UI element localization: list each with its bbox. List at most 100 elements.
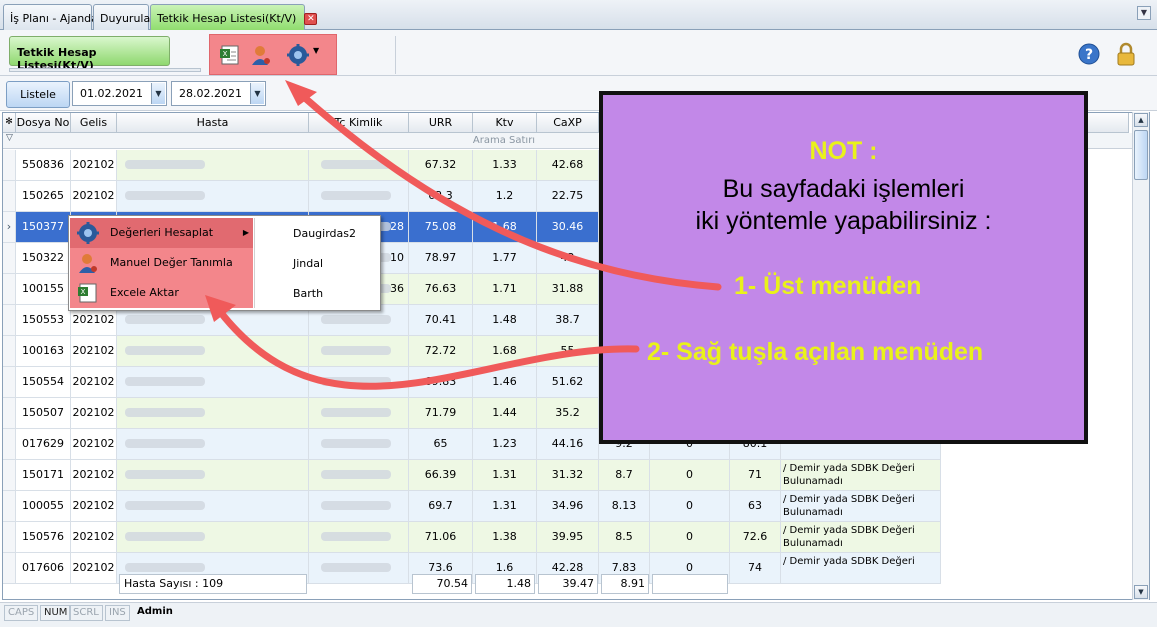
cell-text: 202102 xyxy=(72,468,115,481)
cell-text: 8.5 xyxy=(615,530,633,543)
start-date-value: 01.02.2021 xyxy=(80,87,143,100)
page-title[interactable]: Tetkik Hesap Listesi(Kt/V) xyxy=(9,36,170,72)
row-indicator[interactable]: › xyxy=(3,212,16,243)
user-manual-icon[interactable] xyxy=(250,44,272,66)
scrollbar-thumb[interactable] xyxy=(1134,130,1148,180)
header-gelis-no[interactable]: Gelis No xyxy=(71,113,117,148)
header-urr[interactable]: URR xyxy=(409,113,473,133)
cell-text: 100163 xyxy=(22,344,64,357)
cell-text: 202102 xyxy=(72,313,115,326)
cell-dosya-no: 017629 xyxy=(16,429,71,460)
patient-count: Hasta Sayısı : 109 xyxy=(119,574,307,594)
cell-col10: 63 xyxy=(730,491,781,522)
submenu-barth[interactable]: Barth xyxy=(293,287,323,300)
row-indicator[interactable] xyxy=(3,429,16,460)
cell-gelis-no: 202102 xyxy=(71,150,117,181)
calculate-gear-icon[interactable] xyxy=(287,44,309,66)
status-scrl: SCRL xyxy=(69,605,103,621)
footer-ktv-avg: 1.48 xyxy=(475,574,535,594)
redacted-text xyxy=(125,439,205,448)
cell-dosya-no: 100155 xyxy=(16,274,71,305)
submenu-divider xyxy=(254,218,255,308)
row-indicator[interactable] xyxy=(3,305,16,336)
vertical-scrollbar[interactable]: ▲ ▼ xyxy=(1132,112,1149,600)
chevron-down-icon[interactable]: ▼ xyxy=(313,46,319,55)
cell-ktv: 1.68 xyxy=(473,336,537,367)
table-row[interactable]: 100055 202102 69.7 1.31 34.96 8.13 0 63 / Demir … xyxy=(3,491,943,522)
end-date-field[interactable]: 28.02.2021 ▼ xyxy=(171,81,266,106)
cell-text: 65 xyxy=(433,437,448,450)
footer-urr-avg: 70.54 xyxy=(412,574,472,594)
tab-tetkik-hesap[interactable]: Tetkik Hesap Listesi(Kt/V) ✕ xyxy=(150,4,318,31)
row-indicator[interactable] xyxy=(3,460,16,491)
cell-caxp: 42 xyxy=(537,243,599,274)
cell-text: 42.68 xyxy=(551,158,584,171)
row-indicator[interactable] xyxy=(3,243,16,274)
menu-item-calculate[interactable]: Değerleri Hesaplat ▶ xyxy=(70,218,253,248)
cell-caxp: 42.68 xyxy=(537,150,599,181)
row-indicator[interactable] xyxy=(3,336,16,367)
list-button[interactable]: Listele xyxy=(6,81,70,108)
redacted-text xyxy=(125,377,205,386)
tab-duyurular[interactable]: Duyurular xyxy=(93,4,155,30)
cell-dosya-no: 150171 xyxy=(16,460,71,491)
table-row[interactable]: 150576 202102 71.06 1.38 39.95 8.5 0 72.6 / Demi… xyxy=(3,522,943,553)
cell-gelis-no: 202102 xyxy=(71,522,117,553)
row-indicator[interactable] xyxy=(3,367,16,398)
filter-icon[interactable]: ▽ xyxy=(3,133,16,143)
cell-text: 150265 xyxy=(22,189,64,202)
svg-text:X: X xyxy=(223,50,228,58)
chevron-down-icon[interactable]: ▼ xyxy=(250,83,264,104)
cell-hasta xyxy=(117,491,309,522)
table-row[interactable]: 150171 202102 66.39 1.31 31.32 8.7 0 71 / Demir … xyxy=(3,460,943,491)
tab-scroll-down-icon[interactable]: ▼ xyxy=(1137,6,1151,20)
row-indicator[interactable] xyxy=(3,398,16,429)
redacted-text xyxy=(321,501,391,510)
row-indicator[interactable] xyxy=(3,181,16,212)
close-icon[interactable]: ✕ xyxy=(304,13,318,25)
cell-text: 202102 xyxy=(72,561,115,574)
cell-gelis-no: 202102 xyxy=(71,181,117,212)
start-date-field[interactable]: 01.02.2021 ▼ xyxy=(72,81,167,106)
scroll-up-icon[interactable]: ▲ xyxy=(1134,113,1148,127)
note-title: NOT : xyxy=(809,137,878,165)
submenu-daugirdas2[interactable]: Daugirdas2 xyxy=(293,227,356,240)
row-indicator[interactable] xyxy=(3,274,16,305)
help-icon[interactable]: ? xyxy=(1078,43,1100,65)
scroll-down-icon[interactable]: ▼ xyxy=(1134,585,1148,599)
cell-ktv: 1.68 xyxy=(473,212,537,243)
cell-text: 1.31 xyxy=(492,468,517,481)
header-caxp[interactable]: CaXP xyxy=(537,113,599,133)
cell-urr: 69.7 xyxy=(409,491,473,522)
cell-text: 0 xyxy=(686,561,693,574)
header-tc-kimlik[interactable]: Tc Kimlik xyxy=(309,113,409,133)
cell-gelis-no: 202102 xyxy=(71,367,117,398)
cell-text: 0 xyxy=(686,468,693,481)
cell-caxp: 51.62 xyxy=(537,367,599,398)
header-dosya-no[interactable]: Dosya No xyxy=(16,113,71,133)
cell-text: 202102 xyxy=(72,530,115,543)
row-indicator[interactable] xyxy=(3,522,16,553)
cell-col9: 0 xyxy=(650,460,730,491)
chevron-down-icon[interactable]: ▼ xyxy=(151,83,165,104)
row-indicator[interactable] xyxy=(3,553,16,584)
submenu-jindal[interactable]: Jindal xyxy=(293,257,323,270)
header-hasta[interactable]: Hasta xyxy=(117,113,309,133)
cell-text: 51.62 xyxy=(551,375,584,388)
tab-is-plani[interactable]: İş Planı - Ajanda xyxy=(3,4,98,30)
cell-text: / Demir yada SDBK Değeri xyxy=(783,556,915,567)
cell-caxp: 22.75 xyxy=(537,181,599,212)
cell-text: 42 xyxy=(560,251,575,264)
cell-hasta xyxy=(117,522,309,553)
menu-item-excel[interactable]: X Excele Aktar xyxy=(70,278,253,308)
cell-ktv: 1.77 xyxy=(473,243,537,274)
header-ktv[interactable]: Ktv xyxy=(473,113,537,133)
chevron-right-icon: ▶ xyxy=(242,228,249,237)
menu-item-manual[interactable]: Manuel Değer Tanımla xyxy=(70,248,253,278)
redacted-text xyxy=(125,408,205,417)
cell-hasta xyxy=(117,150,309,181)
row-indicator[interactable] xyxy=(3,150,16,181)
lock-icon[interactable] xyxy=(1115,42,1137,66)
excel-export-icon[interactable]: X xyxy=(219,44,241,66)
row-indicator[interactable] xyxy=(3,491,16,522)
